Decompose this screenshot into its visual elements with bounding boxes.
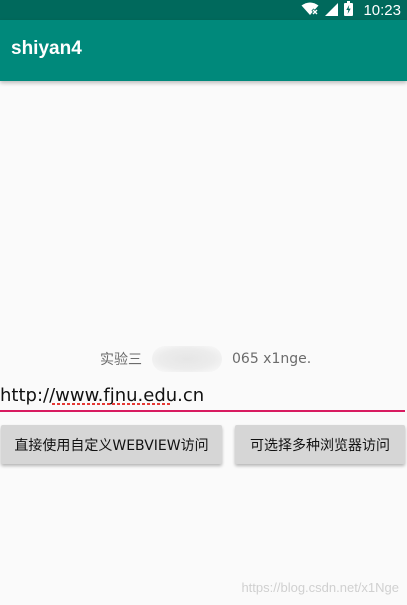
custom-webview-button[interactable]: 直接使用自定义WEBVIEW访问 [1,425,222,464]
redacted-blur [152,346,222,372]
battery-charging-icon [344,0,354,20]
info-text: 实验三 065 x1nge. [100,346,312,372]
info-suffix: 065 x1nge. [232,351,312,367]
choose-browser-button[interactable]: 可选择多种浏览器访问 [235,425,405,464]
url-input[interactable] [0,380,405,412]
watermark: https://blog.csdn.net/x1Nge [241,580,399,595]
spellcheck-underline [52,403,171,405]
status-bar: 10:23 [0,0,407,20]
app-title: shiyan4 [11,38,82,59]
status-icons: 10:23 [301,0,401,20]
status-time: 10:23 [363,1,401,19]
signal-icon [325,1,339,20]
app-bar: shiyan4 [0,20,407,81]
info-prefix: 实验三 [100,352,142,368]
wifi-off-icon [301,1,320,20]
